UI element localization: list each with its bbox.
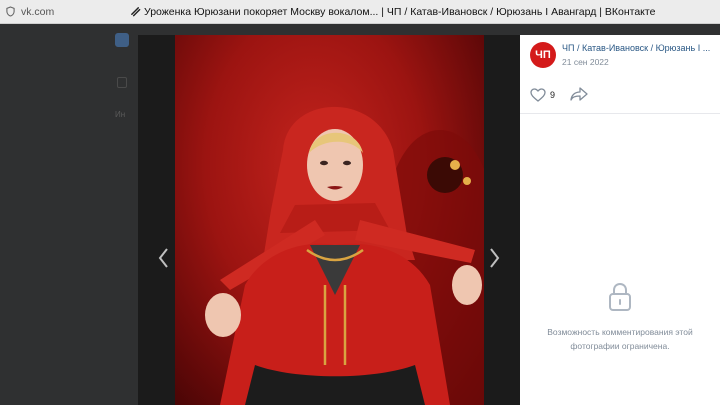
browser-bar: vk.com Уроженка Юрюзани покоряет Москву … xyxy=(0,0,720,24)
share-icon xyxy=(570,87,588,101)
photo[interactable] xyxy=(175,35,484,405)
share-button[interactable] xyxy=(570,87,588,106)
url-text: vk.com xyxy=(21,5,55,18)
like-count: 9 xyxy=(550,90,556,100)
chevron-left-icon[interactable] xyxy=(156,245,172,271)
avatar[interactable]: ЧП xyxy=(530,42,556,68)
background-stub-text: Ин xyxy=(115,110,126,119)
post-date[interactable]: 21 сен 2022 xyxy=(562,57,609,67)
page-title: Уроженка Юрюзани покоряет Москву вокалом… xyxy=(130,6,655,18)
shield-icon xyxy=(6,6,15,17)
phone-icon xyxy=(117,77,127,88)
photo-sidebar: ЧП ЧП / Катав-Ивановск / Юрюзань I ... 2… xyxy=(520,35,720,405)
like-button[interactable]: 9 xyxy=(530,88,555,102)
vk-logo-icon[interactable] xyxy=(115,33,129,47)
address-bar[interactable]: vk.com xyxy=(6,6,130,18)
woman-red-headscarf-photo-icon xyxy=(205,106,484,405)
tab-title-text: Уроженка Юрюзани покоряет Москву вокалом… xyxy=(144,5,656,18)
comments-restricted-text: Возможность комментирования этой фотогра… xyxy=(547,327,693,351)
divider xyxy=(520,113,720,114)
heart-icon xyxy=(530,88,546,102)
author-link[interactable]: ЧП / Катав-Ивановск / Юрюзань I ... xyxy=(562,43,710,53)
chevron-right-icon[interactable] xyxy=(486,245,502,271)
megaphone-icon xyxy=(131,7,141,17)
lock-icon xyxy=(607,281,633,318)
